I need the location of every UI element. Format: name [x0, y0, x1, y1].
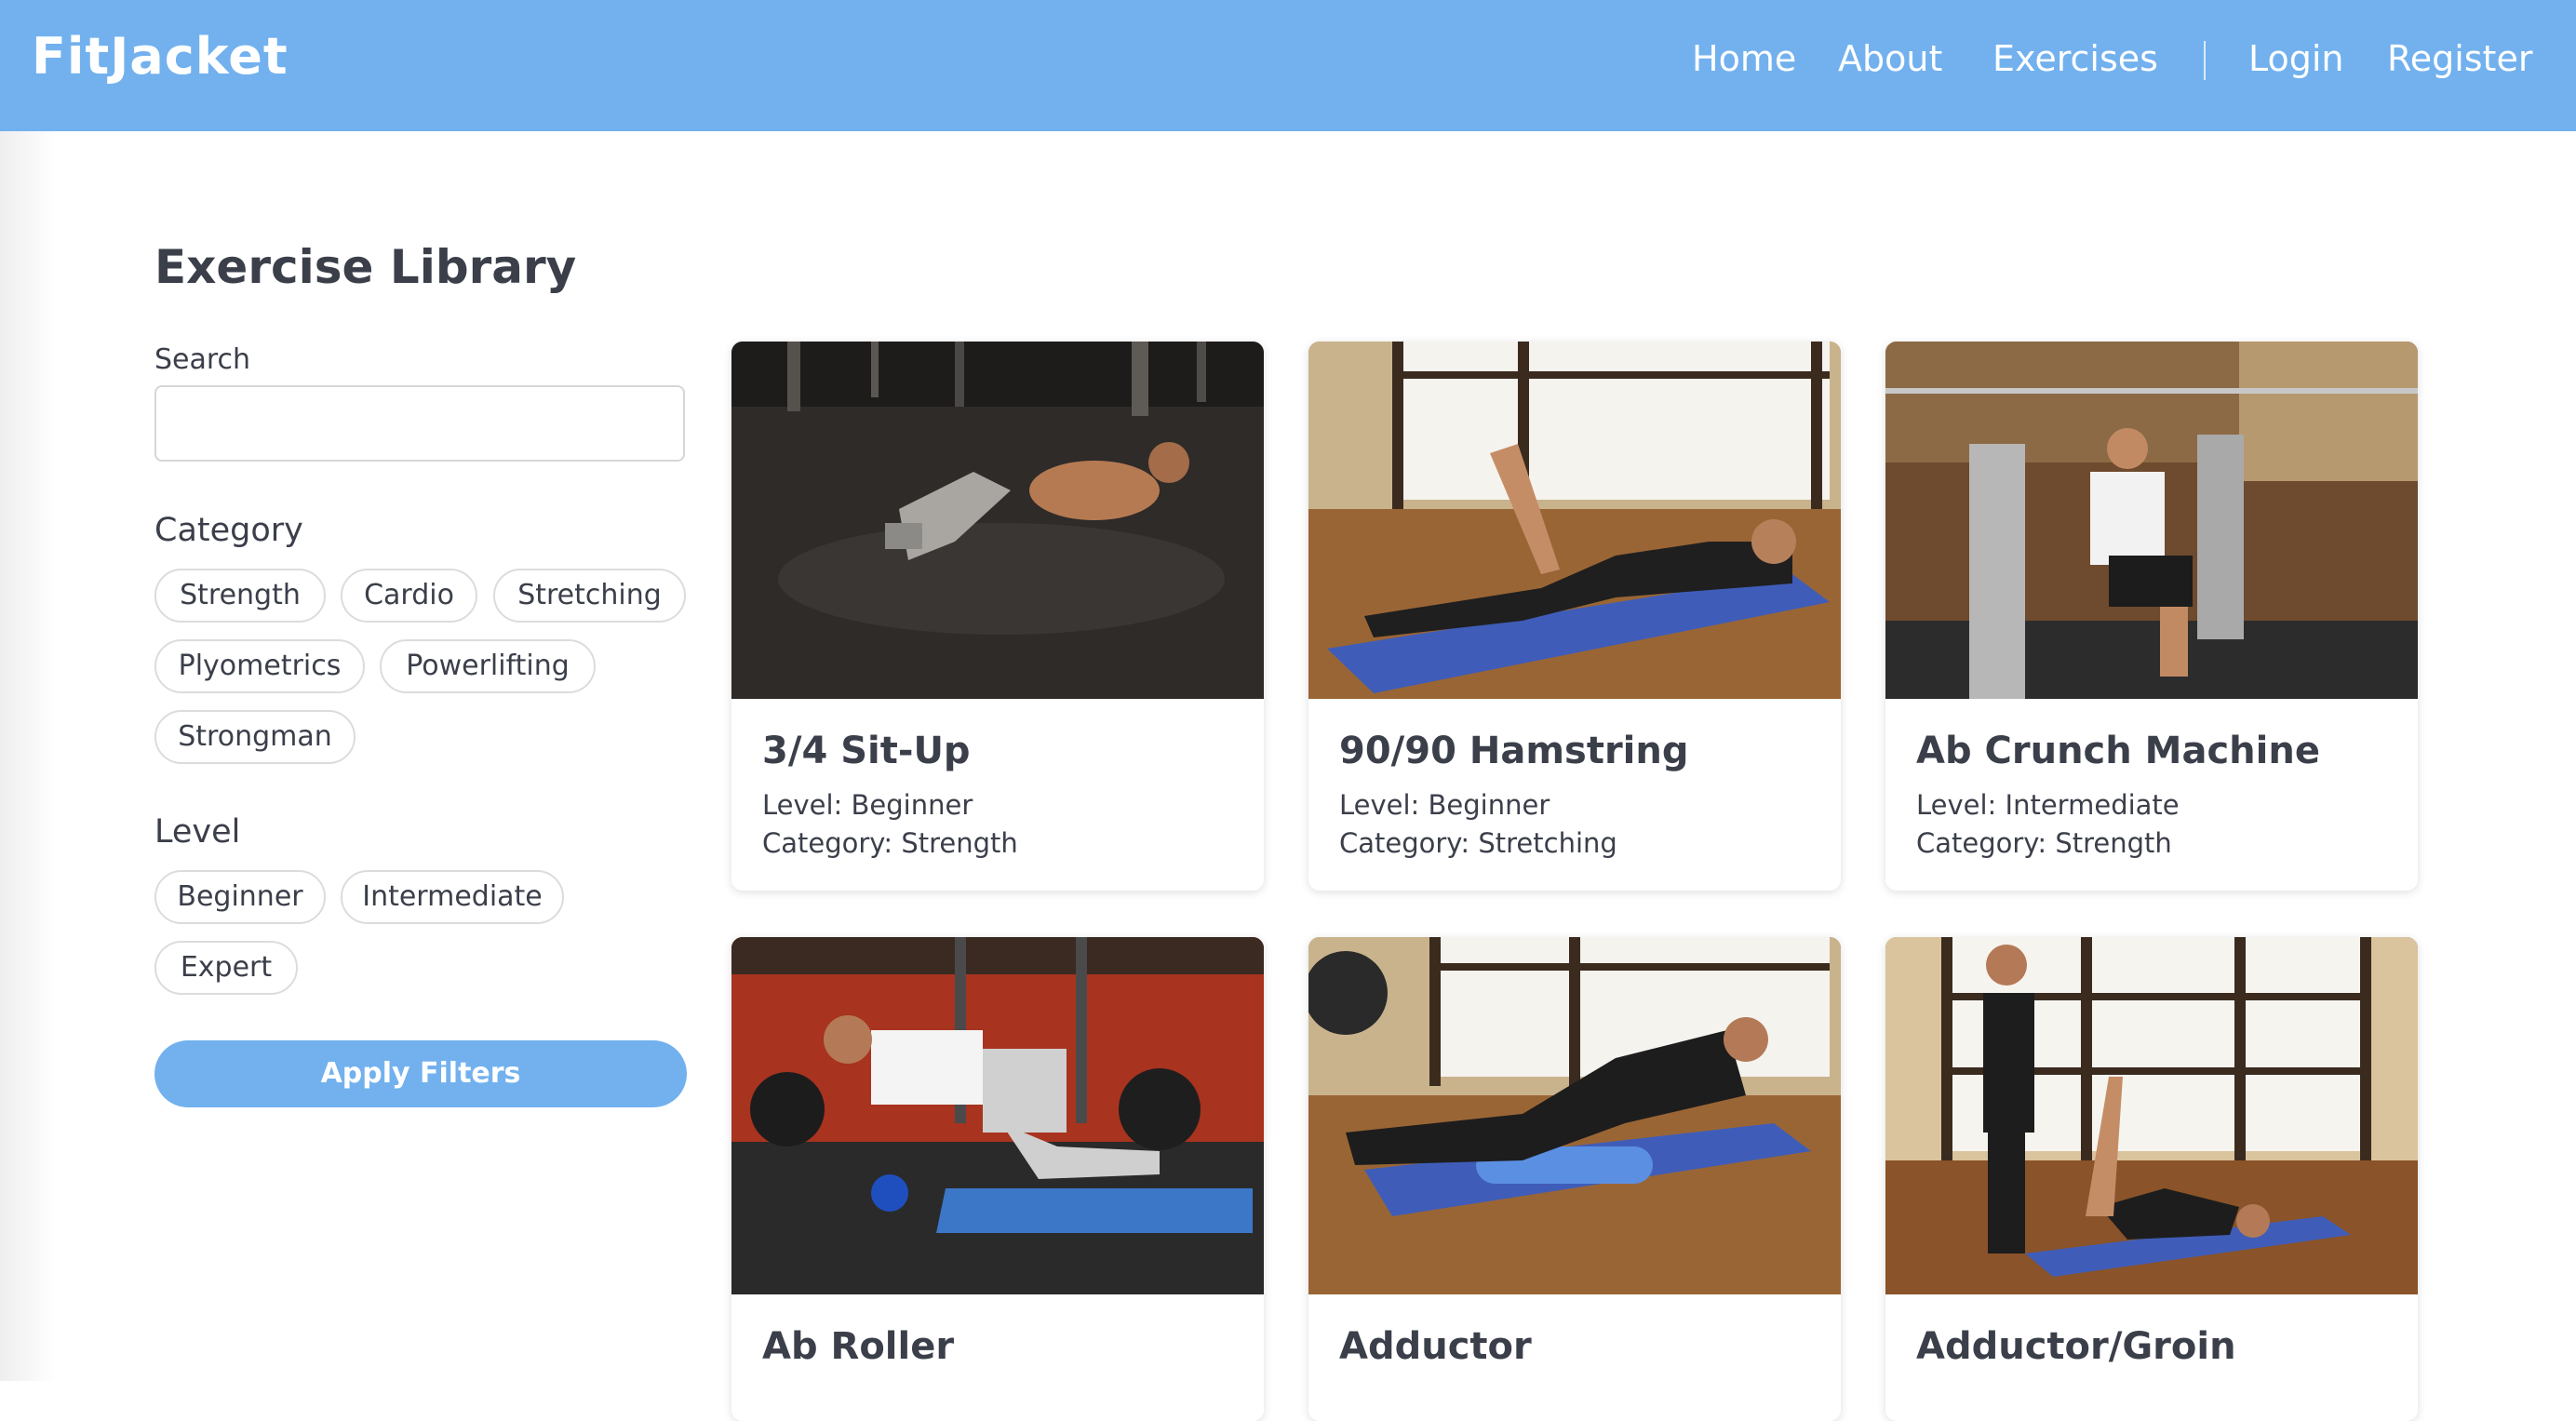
- nav-home-link[interactable]: Home: [1692, 41, 1796, 76]
- exercise-card[interactable]: Ab Roller: [731, 937, 1264, 1421]
- level-heading: Level: [154, 813, 241, 851]
- nav-login-link[interactable]: Login: [2248, 41, 2344, 76]
- exercise-level: Level: Intermediate: [1916, 789, 2180, 821]
- search-input[interactable]: [154, 385, 685, 462]
- exercise-photo: [1885, 342, 2418, 699]
- nav-divider: [2204, 41, 2206, 80]
- exercise-photo: [731, 342, 1264, 699]
- category-heading: Category: [154, 512, 303, 549]
- exercise-level: Level: Beginner: [762, 789, 973, 821]
- exercise-name: Adductor: [1339, 1325, 1532, 1368]
- exercise-photo: [731, 937, 1264, 1294]
- exercise-photo: [1885, 937, 2418, 1294]
- exercise-card[interactable]: 3/4 Sit-Up Level: Beginner Category: Str…: [731, 342, 1264, 891]
- top-navbar: FitJacket Home About Exercises Login Reg…: [0, 0, 2576, 131]
- nav-register-link[interactable]: Register: [2387, 41, 2532, 76]
- exercise-card[interactable]: Ab Crunch Machine Level: Intermediate Ca…: [1885, 342, 2418, 891]
- category-chip-stretching[interactable]: Stretching: [493, 569, 686, 623]
- level-chip-beginner[interactable]: Beginner: [154, 870, 326, 924]
- exercise-card[interactable]: Adductor: [1308, 937, 1841, 1421]
- brand-logo[interactable]: FitJacket: [32, 32, 288, 82]
- exercise-level: Level: Beginner: [1339, 789, 1550, 821]
- level-chip-intermediate[interactable]: Intermediate: [341, 870, 564, 924]
- exercise-name: Adductor/Groin: [1916, 1325, 2236, 1368]
- category-chip-strength[interactable]: Strength: [154, 569, 326, 623]
- exercise-photo: [1308, 937, 1841, 1294]
- exercise-name: 3/4 Sit-Up: [762, 730, 971, 772]
- category-chip-cardio[interactable]: Cardio: [341, 569, 477, 623]
- exercise-photo: [1308, 342, 1841, 699]
- page-left-shade: [0, 131, 56, 1381]
- exercise-name: 90/90 Hamstring: [1339, 730, 1689, 772]
- exercise-category: Category: Stretching: [1339, 827, 1617, 859]
- search-label: Search: [154, 343, 251, 376]
- category-chip-plyometrics[interactable]: Plyometrics: [154, 639, 365, 693]
- nav-about-link[interactable]: About: [1838, 41, 1942, 76]
- exercise-card[interactable]: 90/90 Hamstring Level: Beginner Category…: [1308, 342, 1841, 891]
- exercise-name: Ab Crunch Machine: [1916, 730, 2320, 772]
- exercise-name: Ab Roller: [762, 1325, 955, 1368]
- apply-filters-button[interactable]: Apply Filters: [154, 1040, 687, 1107]
- level-chip-expert[interactable]: Expert: [154, 941, 298, 995]
- page-title: Exercise Library: [154, 240, 577, 294]
- nav-exercises-link[interactable]: Exercises: [1992, 41, 2158, 76]
- exercise-category: Category: Strength: [1916, 827, 2172, 859]
- category-chip-powerlifting[interactable]: Powerlifting: [380, 639, 596, 693]
- category-chip-strongman[interactable]: Strongman: [154, 710, 356, 764]
- exercise-category: Category: Strength: [762, 827, 1018, 859]
- exercise-card[interactable]: Adductor/Groin: [1885, 937, 2418, 1421]
